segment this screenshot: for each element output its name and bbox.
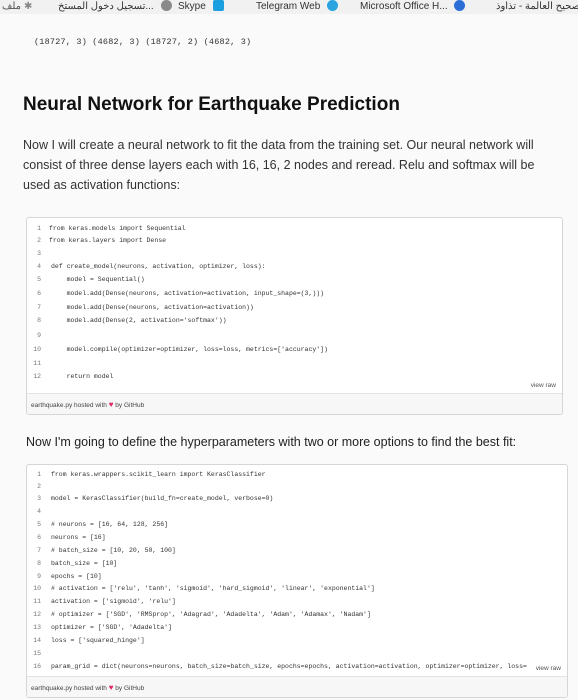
bookmark-news[interactable]: صحيح العالمة - تذاوذ... bbox=[496, 0, 578, 14]
code-line: 1 from keras.wrappers.scikit_learn import… bbox=[37, 471, 266, 478]
bookmarks-bar: ملف ✱ تسجيل دخول المستخ... Skype Telegra… bbox=[0, 0, 578, 15]
gist-meta: earthquake.py hosted with ♥ by GitHub bbox=[31, 400, 144, 409]
gist-footer: view raw earthquake.py hosted with ♥ by … bbox=[27, 382, 562, 414]
code-line: 4 def create_model(neurons, activation, o… bbox=[37, 263, 266, 270]
article-content: (18727, 3) (4682, 3) (18727, 2) (4682, 3… bbox=[0, 14, 578, 700]
code-line: 15 bbox=[33, 650, 41, 657]
bookmark-login-label: تسجيل دخول المستخ... bbox=[58, 1, 154, 12]
github-link[interactable]: by GitHub bbox=[115, 402, 144, 409]
bookmark-telegram[interactable]: Telegram Web bbox=[256, 0, 339, 14]
github-link[interactable]: by GitHub bbox=[115, 685, 144, 692]
code-line: 5 model = Sequential() bbox=[37, 276, 145, 283]
code-line: 7 # batch_size = [10, 20, 50, 100] bbox=[37, 547, 176, 554]
bookmarks-overflow-label[interactable]: ملف bbox=[2, 0, 21, 14]
telegram-icon bbox=[327, 0, 339, 11]
code-line: 16 param_grid = dict(neurons=neurons, bat… bbox=[33, 663, 527, 670]
code-gist-model: 1 from keras.models import Sequential 2 fr… bbox=[26, 217, 563, 415]
heart-icon: ♥ bbox=[108, 400, 114, 409]
page-title: Neural Network for Earthquake Prediction bbox=[23, 94, 400, 115]
code-line: 4 bbox=[37, 508, 41, 515]
code-line: 7 model.add(Dense(neurons, activation=ac… bbox=[37, 304, 254, 311]
hyperparameters-paragraph: Now I'm going to define the hyperparamet… bbox=[26, 435, 517, 449]
gist-file-link[interactable]: earthquake.py bbox=[31, 402, 72, 409]
code-line: 6 model.add(Dense(neurons, activation=ac… bbox=[37, 290, 325, 297]
bookmark-office-label: Microsoft Office H... bbox=[360, 1, 448, 12]
bookmark-office[interactable]: Microsoft Office H... bbox=[360, 0, 466, 14]
code-line: 6 neurons = [16] bbox=[37, 534, 106, 541]
code-line: 14 loss = ['squared_hinge'] bbox=[33, 637, 145, 644]
code-line: 3 model = KerasClassifier(build_fn=create… bbox=[37, 495, 274, 502]
view-raw-link[interactable]: view raw bbox=[536, 665, 561, 672]
view-raw-link[interactable]: view raw bbox=[531, 382, 556, 389]
hosted-with-label: hosted with bbox=[74, 685, 107, 692]
office-icon bbox=[454, 0, 466, 11]
bookmark-skype-label: Skype bbox=[178, 1, 206, 12]
code-line: 3 bbox=[37, 250, 41, 257]
code-line: 8 model.add(Dense(2, activation='softmax… bbox=[37, 317, 227, 324]
bookmark-news-label: صحيح العالمة - تذاوذ... bbox=[496, 1, 578, 12]
hosted-with-label: hosted with bbox=[74, 402, 107, 409]
heart-icon: ♥ bbox=[108, 683, 114, 692]
code-line: 10 model.compile(optimizer=optimizer, lo… bbox=[33, 346, 328, 353]
code-line: 12 # optimizer = ['SGD', 'RMSprop', 'Adag… bbox=[33, 611, 371, 618]
code-line: 9 epochs = [10] bbox=[37, 573, 102, 580]
code-line: 10 # activation = ['relu', 'tanh', 'sigmo… bbox=[33, 585, 375, 592]
output-shapes: (18727, 3) (4682, 3) (18727, 2) (4682, 3… bbox=[34, 37, 252, 47]
gist-footer: view raw earthquake.py hosted with ♥ by … bbox=[27, 665, 567, 697]
code-line: 2 from keras.layers import Dense bbox=[37, 237, 167, 244]
bookmark-skype[interactable]: Skype bbox=[178, 0, 224, 14]
code-line: 8 batch_size = [10] bbox=[37, 560, 118, 567]
code-line: 13 optimizer = ['SGD', 'Adadelta'] bbox=[33, 624, 172, 631]
code-line: 11 bbox=[33, 360, 41, 367]
gist-meta: earthquake.py hosted with ♥ by GitHub bbox=[31, 683, 144, 692]
code-line: 12 return model bbox=[33, 373, 114, 380]
code-gist-hyperparameters: 1 from keras.wrappers.scikit_learn import… bbox=[26, 464, 568, 698]
star-icon: ✱ bbox=[24, 1, 33, 12]
gist-file-link[interactable]: earthquake.py bbox=[31, 685, 72, 692]
bookmark-login[interactable]: تسجيل دخول المستخ... bbox=[58, 0, 172, 14]
globe-icon bbox=[160, 0, 172, 11]
code-line: 5 # neurons = [16, 64, 128, 256] bbox=[37, 521, 169, 528]
bookmark-telegram-label: Telegram Web bbox=[256, 1, 321, 12]
code-line: 9 bbox=[37, 332, 41, 339]
windows-icon bbox=[212, 0, 224, 11]
code-line: 2 bbox=[37, 483, 41, 490]
intro-paragraph: Now I will create a neural network to fi… bbox=[23, 138, 535, 192]
code-line: 11 activation = ['sigmoid', 'relu'] bbox=[33, 598, 176, 605]
code-line: 1 from keras.models import Sequential bbox=[37, 225, 186, 232]
